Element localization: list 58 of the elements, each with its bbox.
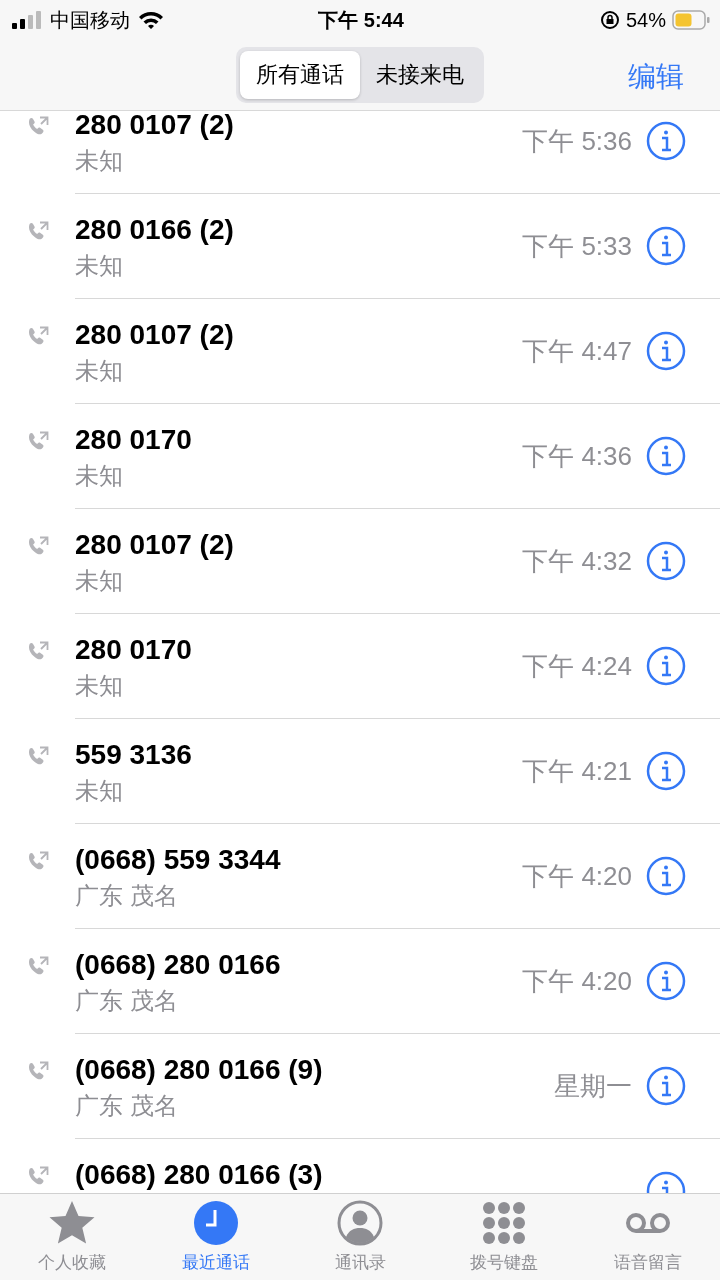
caller-location: 未知 bbox=[75, 776, 124, 806]
info-icon[interactable] bbox=[646, 226, 686, 266]
battery-percent: 54% bbox=[626, 8, 666, 32]
info-icon[interactable] bbox=[646, 436, 686, 476]
tab-bar-item[interactable]: 个人收藏 bbox=[0, 1194, 144, 1280]
filter-segment[interactable]: 所有通话 bbox=[240, 51, 360, 99]
call-time: 下午 4:20 bbox=[522, 964, 632, 998]
caller-location: 未知 bbox=[75, 356, 124, 386]
call-time: 下午 4:47 bbox=[522, 334, 632, 368]
info-icon[interactable] bbox=[646, 331, 686, 371]
info-icon[interactable] bbox=[646, 961, 686, 1001]
phone-number: 280 0107 (2) bbox=[75, 111, 235, 141]
carrier-name: 中国移动 bbox=[50, 7, 130, 33]
call-time: 下午 4:21 bbox=[522, 754, 632, 788]
caller-location: 未知 bbox=[75, 251, 124, 281]
phone-number: 280 0170 bbox=[75, 424, 193, 456]
phone-number: (0668) 559 3344 bbox=[75, 844, 282, 876]
clock-time: 下午 5:44 bbox=[318, 8, 404, 31]
call-time: 下午 5:36 bbox=[522, 124, 632, 158]
tab-bar-item[interactable]: 拨号键盘 bbox=[432, 1194, 576, 1280]
call-time: 下午 5:33 bbox=[522, 229, 632, 263]
phone-number: 559 3136 bbox=[75, 739, 193, 771]
caller-location: 未知 bbox=[75, 461, 124, 491]
tab-bar-item[interactable]: 最近通话 bbox=[144, 1194, 288, 1280]
call-time: 下午 4:36 bbox=[522, 439, 632, 473]
info-icon[interactable] bbox=[646, 541, 686, 581]
info-icon[interactable] bbox=[646, 646, 686, 686]
caller-location: 未知 bbox=[75, 566, 124, 596]
phone-number: 280 0107 (2) bbox=[75, 319, 235, 351]
phone-number: 280 0166 (2) bbox=[75, 214, 235, 246]
call-time: 下午 4:32 bbox=[522, 544, 632, 578]
call-time: 下午 4:24 bbox=[522, 649, 632, 683]
caller-location: 未知 bbox=[75, 146, 124, 176]
info-icon[interactable] bbox=[646, 751, 686, 791]
call-time: 星期一 bbox=[554, 1069, 632, 1103]
tab-bar-item[interactable]: 通讯录 bbox=[288, 1194, 432, 1280]
phone-number: (0668) 280 0166 (9) bbox=[75, 1054, 324, 1086]
phone-number: (0668) 280 0166 (3) bbox=[75, 1159, 324, 1191]
caller-location: 广东 茂名 bbox=[75, 1091, 179, 1121]
info-icon[interactable] bbox=[646, 856, 686, 896]
edit-button[interactable]: 编辑 bbox=[628, 54, 684, 100]
wifi-icon bbox=[138, 10, 164, 30]
phone-number: 280 0107 (2) bbox=[75, 529, 235, 561]
caller-location: 广东 茂名 bbox=[75, 986, 179, 1016]
contact-icon bbox=[335, 1199, 385, 1247]
battery-icon bbox=[672, 10, 710, 30]
rotation-lock-icon bbox=[600, 10, 620, 30]
clock-icon bbox=[191, 1199, 241, 1247]
filter-segment[interactable]: 未接来电 bbox=[360, 51, 480, 99]
signal-icon bbox=[12, 11, 42, 29]
info-icon[interactable] bbox=[646, 1066, 686, 1106]
tab-bar-item[interactable]: 语音留言 bbox=[576, 1194, 720, 1280]
phone-number: (0668) 280 0166 bbox=[75, 949, 282, 981]
caller-location: 广东 茂名 bbox=[75, 881, 179, 911]
info-icon[interactable] bbox=[646, 121, 686, 161]
caller-location: 未知 bbox=[75, 671, 124, 701]
phone-number: 280 0170 bbox=[75, 634, 193, 666]
call-time: 下午 4:20 bbox=[522, 859, 632, 893]
